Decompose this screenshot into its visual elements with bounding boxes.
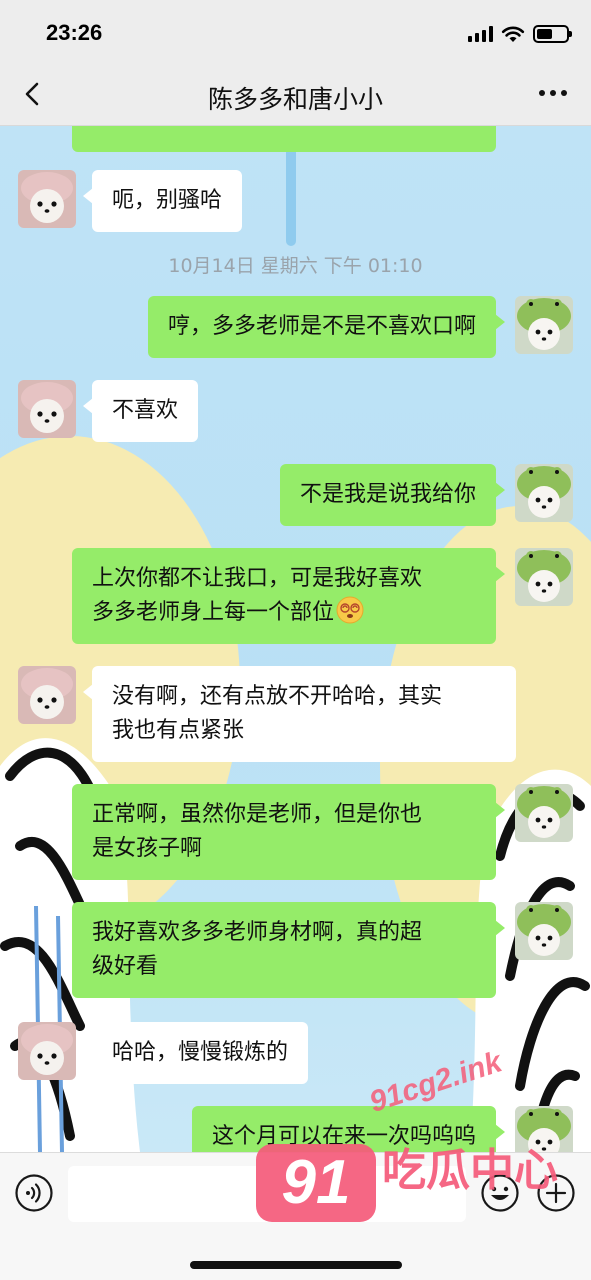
message-bubble-incoming[interactable]: 没有啊，还有点放不开哈哈，其实 我也有点紧张 bbox=[83, 666, 516, 762]
message-bubble-incoming[interactable]: 不喜欢 bbox=[82, 380, 199, 442]
status-bar: 23:26 bbox=[0, 0, 591, 62]
message-text: 哼，多多老师是不是不喜欢口啊 bbox=[167, 314, 476, 339]
message-bubble-outgoing[interactable]: 上次你都不让我口，可是我好喜欢 多多老师身上每一个部位 bbox=[72, 548, 505, 644]
wifi-icon bbox=[501, 26, 525, 42]
input-bar bbox=[0, 1152, 591, 1280]
message-text: 不喜欢 bbox=[112, 398, 179, 423]
contact-avatar[interactable] bbox=[18, 380, 76, 438]
message-text: 不是我是说我给你 bbox=[299, 482, 476, 507]
user-avatar[interactable] bbox=[515, 548, 573, 606]
message-text-line: 级好看 bbox=[92, 954, 159, 979]
battery-icon bbox=[533, 25, 572, 43]
message-text: 这个月可以在来一次吗呜呜 bbox=[211, 1124, 476, 1149]
message-bubble-incoming[interactable]: 哈哈，慢慢锻炼的 bbox=[82, 1022, 309, 1084]
message-bubble-incoming[interactable]: 呃，别骚哈 bbox=[82, 170, 243, 232]
message-text-line: 上次你都不让我口，可是我好喜欢 bbox=[92, 566, 423, 591]
message-text-line: 是女孩子啊 bbox=[92, 836, 203, 861]
message-text-line: 我也有点紧张 bbox=[112, 718, 245, 743]
battery-level bbox=[537, 29, 553, 39]
contact-avatar[interactable] bbox=[18, 1022, 76, 1080]
user-avatar[interactable] bbox=[515, 464, 573, 522]
chat-area[interactable]: 呃，别骚哈 10月14日 星期六 下午 01:10 哼，多多老师是不是不喜欢口啊… bbox=[0, 126, 591, 1152]
user-avatar[interactable] bbox=[515, 784, 573, 842]
home-indicator bbox=[190, 1261, 402, 1269]
message-bubble-outgoing[interactable]: 不是我是说我给你 bbox=[279, 464, 506, 526]
plus-icon[interactable] bbox=[536, 1173, 576, 1213]
message-text-line: 我好喜欢多多老师身材啊，真的超 bbox=[92, 920, 423, 945]
user-avatar[interactable] bbox=[515, 902, 573, 960]
message-text: 哈哈，慢慢锻炼的 bbox=[112, 1040, 289, 1065]
status-time: 23:26 bbox=[46, 20, 103, 45]
message-text: 多多老师身上每一个部位 bbox=[92, 600, 335, 625]
voice-input-icon[interactable] bbox=[14, 1173, 54, 1213]
message-bubble-outgoing[interactable]: 这个月可以在来一次吗呜呜 bbox=[191, 1106, 506, 1152]
message-text-line: 正常啊，虽然你是老师，但是你也 bbox=[92, 802, 423, 827]
message-text-line: 多多老师身上每一个部位 bbox=[92, 596, 476, 630]
contact-avatar[interactable] bbox=[18, 666, 76, 724]
cellular-signal-icon bbox=[468, 26, 493, 42]
message-bubble-outgoing[interactable]: 哼，多多老师是不是不喜欢口啊 bbox=[147, 296, 506, 358]
message-text-line: 没有啊，还有点放不开哈哈，其实 bbox=[112, 684, 443, 709]
user-avatar[interactable] bbox=[515, 296, 573, 354]
contact-avatar[interactable] bbox=[18, 170, 76, 228]
chat-title: 陈多多和唐小小 bbox=[207, 85, 383, 114]
message-text: 呃，别骚哈 bbox=[112, 188, 223, 213]
nav-bar: 陈多多和唐小小 bbox=[0, 62, 591, 126]
more-options-icon[interactable] bbox=[539, 90, 567, 96]
message-bubble-outgoing[interactable]: 我好喜欢多多老师身材啊，真的超 级好看 bbox=[72, 902, 505, 998]
user-avatar[interactable] bbox=[515, 1106, 573, 1152]
message-timestamp: 10月14日 星期六 下午 01:10 bbox=[168, 255, 423, 277]
emoji-icon[interactable] bbox=[480, 1173, 520, 1213]
dizzy-face-emoji-icon bbox=[336, 596, 364, 624]
message-input[interactable] bbox=[68, 1166, 466, 1222]
status-icons bbox=[468, 24, 572, 44]
message-bubble-partial[interactable] bbox=[72, 126, 496, 152]
message-bubble-outgoing[interactable]: 正常啊，虽然你是老师，但是你也 是女孩子啊 bbox=[72, 784, 505, 880]
